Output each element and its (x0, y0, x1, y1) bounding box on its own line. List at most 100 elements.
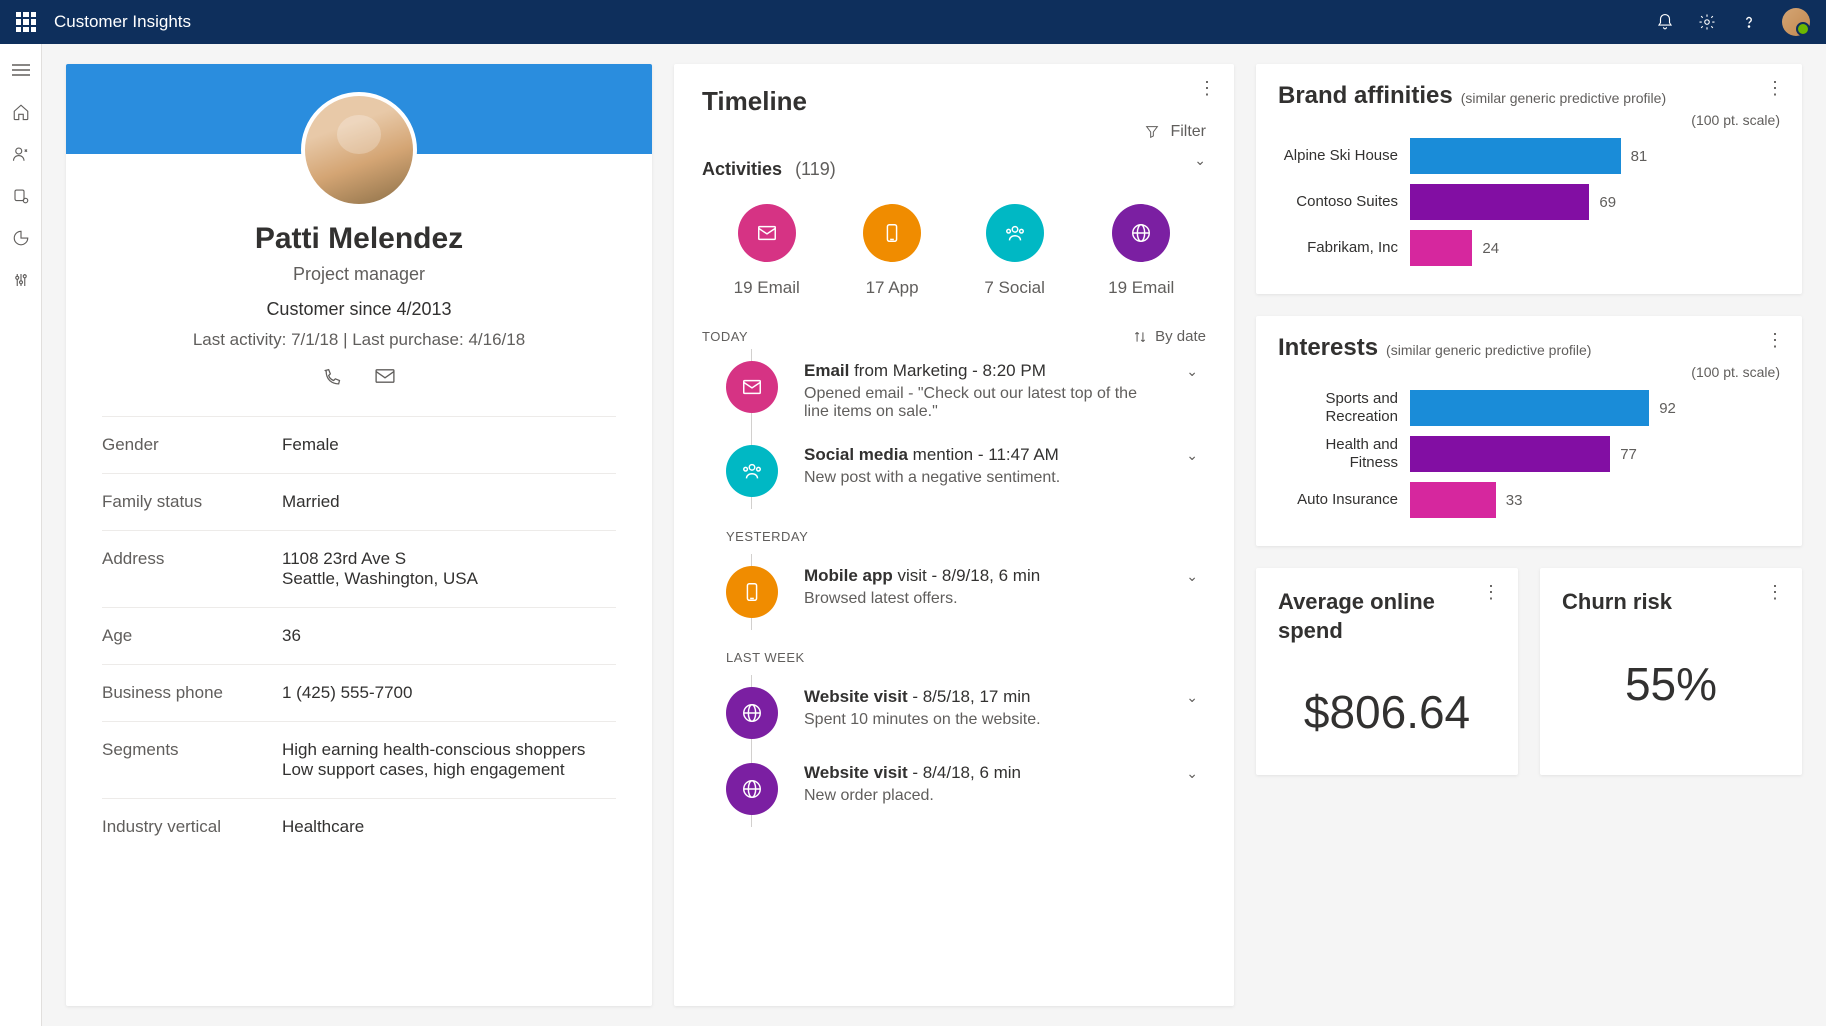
spend-more-icon[interactable]: ⋮ (1482, 582, 1500, 603)
mail-icon (726, 361, 778, 413)
chevron-down-icon[interactable]: ⌄ (1186, 765, 1198, 782)
menu-toggle-icon[interactable] (11, 60, 31, 80)
admin-icon[interactable] (11, 270, 31, 290)
activity-tile[interactable]: 19 Email (734, 204, 800, 298)
globe-icon (1112, 204, 1170, 262)
bar-label: Alpine Ski House (1278, 147, 1398, 165)
detail-value: 1 (425) 555-7700 (282, 683, 616, 703)
activity-tile[interactable]: 17 App (863, 204, 921, 298)
timeline-period: LAST WEEK (726, 650, 1206, 665)
timeline-item[interactable]: Website visit - 8/5/18, 17 min Spent 10 … (726, 675, 1206, 751)
detail-value: Female (282, 435, 616, 455)
timeline-item[interactable]: Website visit - 8/4/18, 6 min New order … (726, 751, 1206, 827)
spend-value: $806.64 (1278, 685, 1496, 739)
timeline-list: Website visit - 8/5/18, 17 min Spent 10 … (702, 675, 1206, 827)
settings-icon[interactable] (1698, 13, 1716, 31)
timeline-item-title: Website visit - 8/5/18, 17 min (804, 687, 1166, 707)
chevron-down-icon[interactable]: ⌄ (1186, 447, 1198, 464)
sort-control[interactable]: By date (1133, 328, 1206, 345)
home-icon[interactable] (11, 102, 31, 122)
filter-icon[interactable] (1144, 124, 1160, 140)
profile-name: Patti Melendez (66, 222, 652, 256)
app-title: Customer Insights (54, 12, 191, 32)
churn-title: Churn risk (1562, 588, 1780, 617)
detail-value: 36 (282, 626, 616, 646)
activity-tile[interactable]: 7 Social (984, 204, 1044, 298)
timeline-item-desc: Opened email - "Check out our latest top… (804, 385, 1166, 421)
bar-row: Alpine Ski House 81 (1278, 138, 1780, 174)
timeline-item-title: Mobile app visit - 8/9/18, 6 min (804, 566, 1166, 586)
help-icon[interactable] (1740, 13, 1758, 31)
churn-value: 55% (1562, 657, 1780, 711)
brand-title: Brand affinities (1278, 82, 1453, 109)
bar (1410, 390, 1649, 426)
bar-label: Contoso Suites (1278, 193, 1398, 211)
interests-card: ⋮ Interests(similar generic predictive p… (1256, 316, 1802, 546)
timeline-item-title: Website visit - 8/4/18, 6 min (804, 763, 1166, 783)
chevron-down-icon[interactable]: ⌄ (1186, 363, 1198, 380)
filter-label[interactable]: Filter (1170, 123, 1206, 141)
customers-icon[interactable] (11, 144, 31, 164)
timeline-title: Timeline (702, 86, 1206, 117)
profile-detail-row: GenderFemale (102, 416, 616, 473)
profile-detail-row: Age36 (102, 607, 616, 664)
detail-value: 1108 23rd Ave SSeattle, Washington, USA (282, 549, 616, 589)
bar-value: 33 (1506, 492, 1523, 509)
detail-value: Married (282, 492, 616, 512)
bar-row: Contoso Suites69 (1278, 184, 1780, 220)
bar (1410, 138, 1621, 174)
phone-action-icon[interactable] (322, 368, 342, 388)
detail-label: Age (102, 626, 282, 646)
profile-detail-row: Address1108 23rd Ave SSeattle, Washingto… (102, 530, 616, 607)
bar-row: Auto Insurance33 (1278, 482, 1780, 518)
detail-value: Healthcare (282, 817, 616, 837)
bar-value: 24 (1482, 240, 1499, 257)
bar-row: Sports andRecreation92 (1278, 390, 1780, 426)
churn-more-icon[interactable]: ⋮ (1766, 582, 1784, 603)
profile-detail-row: Family statusMarried (102, 473, 616, 530)
chevron-down-icon[interactable]: ⌄ (1186, 568, 1198, 585)
mail-icon (738, 204, 796, 262)
activity-tile[interactable]: 19 Email (1108, 204, 1174, 298)
bar-value: 81 (1631, 148, 1648, 165)
interests-title: Interests (1278, 334, 1378, 361)
timeline-item-desc: New order placed. (804, 787, 1166, 805)
chevron-down-icon[interactable]: ⌄ (1186, 689, 1198, 706)
side-nav (0, 44, 42, 1026)
timeline-item-desc: New post with a negative sentiment. (804, 469, 1166, 487)
brand-affinities-card: ⋮ Brand affinities(similar generic predi… (1256, 64, 1802, 294)
globe-icon (726, 763, 778, 815)
profile-detail-row: Industry verticalHealthcare (102, 798, 616, 855)
activities-collapse-icon[interactable]: ⌄ (1194, 152, 1206, 169)
interests-more-icon[interactable]: ⋮ (1766, 330, 1784, 351)
bar (1410, 436, 1610, 472)
data-icon[interactable] (11, 186, 31, 206)
segments-icon[interactable] (11, 228, 31, 248)
timeline-period: YESTERDAY (726, 529, 1206, 544)
profile-meta: Last activity: 7/1/18 | Last purchase: 4… (66, 330, 652, 350)
timeline-card: Timeline ⋮ Filter Activities (119) ⌄ 19 … (674, 64, 1234, 1006)
bar-label: Sports andRecreation (1278, 390, 1398, 426)
bar (1410, 230, 1472, 266)
user-avatar[interactable] (1782, 8, 1810, 36)
profile-avatar (301, 92, 417, 208)
profile-card: Patti Melendez Project manager Customer … (66, 64, 652, 1006)
notifications-icon[interactable] (1656, 13, 1674, 31)
phone-icon (863, 204, 921, 262)
profile-hero (66, 64, 652, 154)
timeline-item[interactable]: Mobile app visit - 8/9/18, 6 min Browsed… (726, 554, 1206, 630)
app-launcher-icon[interactable] (16, 12, 36, 32)
timeline-item[interactable]: Email from Marketing - 8:20 PM Opened em… (726, 349, 1206, 433)
avg-spend-card: ⋮ Average online spend $806.64 (1256, 568, 1518, 775)
detail-label: Business phone (102, 683, 282, 703)
brand-more-icon[interactable]: ⋮ (1766, 78, 1784, 99)
timeline-item[interactable]: Social media mention - 11:47 AM New post… (726, 433, 1206, 509)
bar (1410, 482, 1496, 518)
people-icon (726, 445, 778, 497)
profile-role: Project manager (66, 264, 652, 285)
detail-label: Family status (102, 492, 282, 512)
bar-row: Health andFitness77 (1278, 436, 1780, 472)
timeline-more-icon[interactable]: ⋮ (1198, 78, 1216, 99)
bar-row: Fabrikam, Inc24 (1278, 230, 1780, 266)
mail-action-icon[interactable] (374, 368, 396, 388)
